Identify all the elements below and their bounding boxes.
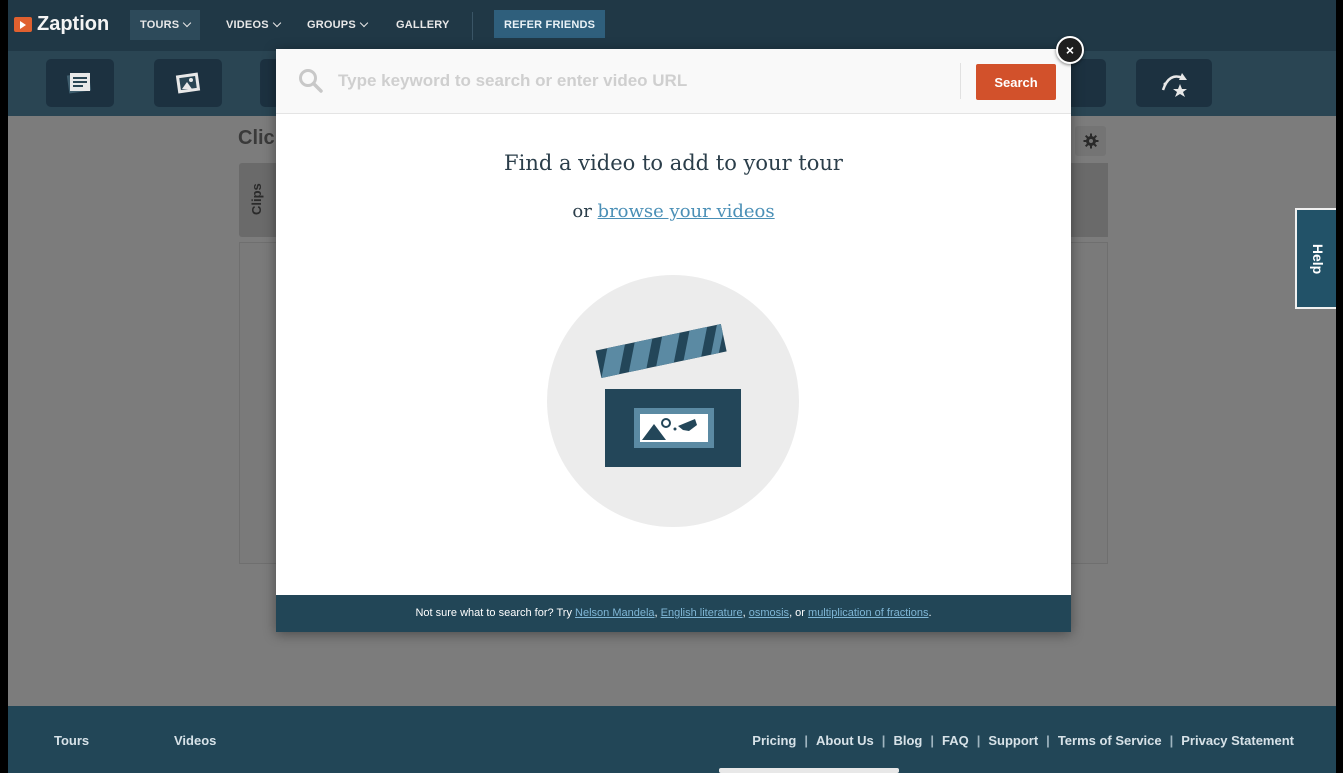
footer-tours-heading[interactable]: Tours (54, 733, 89, 748)
suggestions-prefix: Not sure what to search for? Try (415, 607, 572, 619)
nav-tours[interactable]: TOURS (130, 10, 201, 40)
nav-videos[interactable]: VIDEOS (216, 10, 290, 40)
footer-scroll-bar[interactable] (719, 768, 899, 773)
nav-groups-label: GROUPS (307, 19, 356, 31)
app-window: Zaption TOURS VIDEOS GROUPS GALLERY REFE… (8, 0, 1336, 773)
search-suggestions-bar: Not sure what to search for? Try Nelson … (276, 595, 1071, 632)
help-tab[interactable]: Help (1295, 208, 1336, 309)
refer-friends-label: REFER FRIENDS (504, 19, 596, 31)
clips-tab-label: Clips (249, 183, 264, 215)
clips-tab[interactable]: Clips (239, 163, 277, 237)
search-icon (299, 69, 323, 93)
page-footer: Tours Videos Pricing | About Us | Blog | FA… (8, 706, 1336, 773)
text-element-button[interactable] (46, 59, 114, 107)
help-tab-label: Help (1310, 243, 1326, 274)
footer-link-terms[interactable]: Terms of Service (1058, 733, 1162, 748)
footer-link-support[interactable]: Support (988, 733, 1038, 748)
clapperboard-icon (595, 324, 741, 467)
settings-button[interactable] (1075, 126, 1106, 156)
footer-link-blog[interactable]: Blog (893, 733, 922, 748)
close-modal-button[interactable]: × (1056, 36, 1084, 64)
suggestion-link[interactable]: multiplication of fractions (808, 607, 928, 619)
logo-text: Zaption (37, 12, 110, 35)
nav-gallery-label: GALLERY (396, 19, 450, 31)
logo[interactable]: Zaption (14, 12, 109, 36)
jump-element-button[interactable] (1136, 59, 1212, 107)
add-video-modal: Search Find a video to add to your tour … (276, 49, 1071, 632)
gear-icon (1083, 133, 1098, 149)
search-button[interactable]: Search (976, 64, 1056, 100)
top-nav: Zaption TOURS VIDEOS GROUPS GALLERY REFE… (8, 0, 1336, 51)
video-search-bar: Search (276, 49, 1071, 114)
nav-divider (472, 12, 473, 40)
suggestion-link[interactable]: osmosis (749, 607, 789, 619)
image-card-icon (175, 72, 201, 94)
chevron-down-icon (272, 18, 282, 28)
nav-gallery[interactable]: GALLERY (386, 10, 460, 40)
text-card-icon (66, 72, 92, 94)
suggestion-separator: , or (789, 607, 805, 619)
modal-heading: Find a video to add to your tour (504, 151, 843, 175)
search-divider (960, 63, 961, 99)
close-icon: × (1065, 42, 1075, 58)
footer-separator: | (930, 733, 934, 748)
browse-prefix: or (572, 201, 592, 222)
image-element-button[interactable] (154, 59, 222, 107)
footer-separator: | (881, 733, 886, 748)
browse-line: or browse your videos (276, 201, 1071, 222)
zaption-play-icon (14, 16, 32, 32)
clapperboard-illustration (547, 275, 799, 527)
refer-friends-button[interactable]: REFER FRIENDS (494, 10, 606, 38)
suggestion-separator: , (742, 607, 746, 619)
chevron-down-icon (359, 18, 369, 28)
browse-your-videos-link[interactable]: browse your videos (598, 201, 775, 222)
footer-link-about-us[interactable]: About Us (816, 733, 874, 748)
footer-links: Pricing | About Us | Blog | FAQ | Support | T… (752, 733, 1294, 748)
editor-side-tab[interactable] (1071, 163, 1108, 237)
footer-separator: | (1169, 733, 1174, 748)
nav-tours-label: TOURS (140, 19, 180, 31)
suggestion-end: . (928, 607, 932, 619)
editor-title: Clic (238, 127, 275, 149)
video-search-input[interactable] (338, 66, 938, 96)
star-jump-icon (1161, 73, 1187, 97)
footer-link-privacy[interactable]: Privacy Statement (1181, 733, 1294, 748)
chevron-down-icon (183, 18, 192, 28)
footer-link-faq[interactable]: FAQ (942, 733, 969, 748)
footer-separator: | (976, 733, 981, 748)
footer-separator: | (804, 733, 809, 748)
suggestion-separator: , (654, 607, 658, 619)
footer-separator: | (1046, 733, 1050, 748)
nav-groups[interactable]: GROUPS (297, 10, 377, 40)
footer-link-pricing[interactable]: Pricing (752, 733, 796, 748)
footer-videos-heading[interactable]: Videos (174, 733, 216, 748)
suggestion-link[interactable]: Nelson Mandela (575, 607, 655, 619)
nav-videos-label: VIDEOS (226, 19, 269, 31)
suggestion-link[interactable]: English literature (661, 607, 743, 619)
